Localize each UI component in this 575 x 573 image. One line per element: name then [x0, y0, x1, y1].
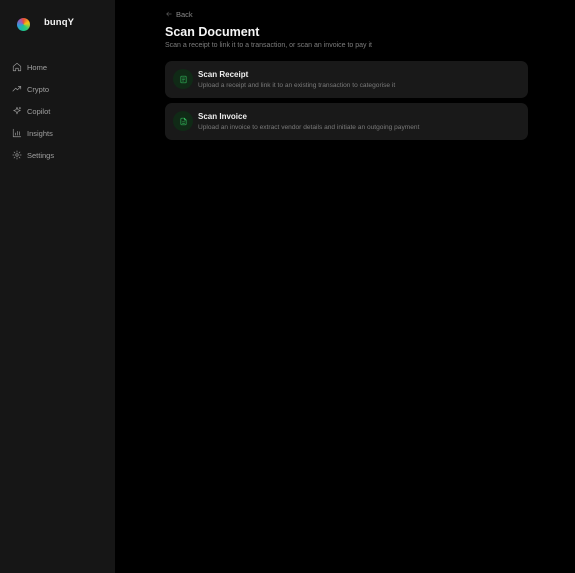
arrow-left-icon [166, 11, 172, 17]
sidebar-item-home[interactable]: Home [12, 56, 108, 78]
sidebar-item-label: Settings [27, 150, 55, 160]
bunq-rainbow-logo-icon [17, 17, 30, 31]
sidebar-item-crypto[interactable]: Crypto [12, 78, 108, 100]
scan-receipt-card[interactable]: Scan Receipt Upload a receipt and link i… [165, 61, 528, 98]
back-button[interactable]: Back [165, 9, 193, 19]
back-label: Back [176, 9, 193, 19]
page-title: Scan Document [165, 25, 260, 39]
brand[interactable]: bunqY [17, 16, 74, 32]
scan-invoice-card[interactable]: Scan Invoice Upload an invoice to extrac… [165, 103, 528, 140]
home-icon [12, 62, 22, 72]
page-subtitle: Scan a receipt to link it to a transacti… [165, 42, 372, 49]
sidebar-item-label: Crypto [27, 84, 50, 94]
sidebar-item-copilot[interactable]: Copilot [12, 100, 108, 122]
sidebar: bunqY Home Crypto Copilot Insights Setti… [0, 0, 115, 573]
card-description: Upload an invoice to extract vendor deta… [198, 124, 420, 131]
sidebar-item-label: Insights [27, 128, 53, 138]
sparkles-icon [12, 106, 22, 116]
trending-up-icon [12, 84, 22, 94]
sidebar-nav: Home Crypto Copilot Insights Settings [12, 56, 108, 166]
gear-icon [12, 150, 22, 160]
sidebar-item-label: Copilot [27, 106, 51, 116]
brand-name: bunqY [44, 17, 75, 28]
sidebar-item-settings[interactable]: Settings [12, 144, 108, 166]
card-title: Scan Invoice [198, 112, 247, 121]
card-title: Scan Receipt [198, 70, 249, 79]
bar-chart-icon [12, 128, 22, 138]
receipt-icon [173, 69, 193, 89]
sidebar-item-insights[interactable]: Insights [12, 122, 108, 144]
file-text-icon [173, 111, 193, 131]
sidebar-item-label: Home [27, 62, 48, 72]
card-description: Upload a receipt and link it to an exist… [198, 82, 396, 89]
